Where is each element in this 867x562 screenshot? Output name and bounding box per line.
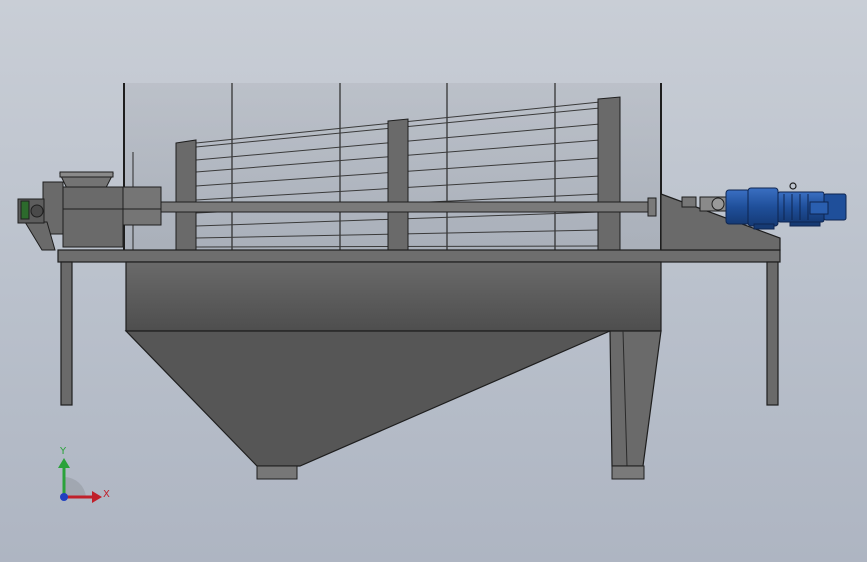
- motor-icon: [725, 182, 847, 230]
- oversize-chute: [609, 330, 662, 480]
- machine-drawing: Y X: [17, 83, 847, 503]
- fines-hopper: [124, 261, 662, 480]
- triad-y-label: Y: [59, 446, 67, 457]
- view-triad-icon[interactable]: Y X: [58, 446, 110, 503]
- triad-x-label: X: [103, 489, 110, 500]
- cad-viewport[interactable]: Y X: [0, 0, 867, 562]
